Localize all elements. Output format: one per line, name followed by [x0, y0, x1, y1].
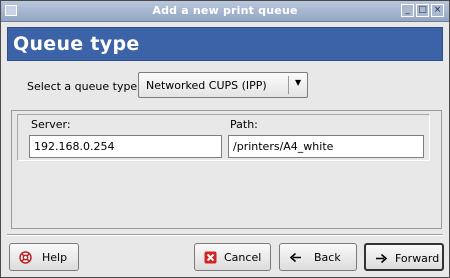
- forward-button-label: Forward: [395, 252, 440, 265]
- window-title: Add a new print queue: [152, 4, 298, 17]
- back-button-label: Back: [314, 251, 341, 264]
- help-icon: [19, 251, 32, 264]
- button-divider: [7, 234, 443, 236]
- queue-type-select[interactable]: Networked CUPS (IPP) ▼: [138, 72, 308, 98]
- cancel-icon: [204, 251, 217, 264]
- dropdown-arrow-icon: ▼: [295, 78, 302, 87]
- title-bar[interactable]: Add a new print queue _ □ ×: [1, 1, 449, 22]
- server-label: Server:: [31, 118, 71, 131]
- path-input[interactable]: [228, 135, 424, 158]
- server-input[interactable]: [29, 135, 222, 158]
- queue-type-value: Networked CUPS (IPP): [146, 79, 267, 92]
- cancel-button[interactable]: Cancel: [194, 243, 271, 271]
- forward-arrow-icon: [376, 253, 388, 264]
- page-title: Queue type: [13, 33, 140, 55]
- forward-button[interactable]: Forward: [364, 243, 444, 271]
- back-arrow-icon: [289, 252, 301, 263]
- close-icon[interactable]: ×: [431, 4, 444, 17]
- combo-separator: [288, 76, 289, 94]
- help-button[interactable]: Help: [9, 243, 79, 271]
- maximize-icon[interactable]: □: [416, 4, 429, 17]
- cancel-button-label: Cancel: [224, 251, 262, 264]
- help-button-label: Help: [42, 251, 68, 264]
- queue-type-label: Select a queue type:: [27, 80, 141, 93]
- path-label: Path:: [230, 118, 258, 131]
- dialog-window: Add a new print queue _ □ × Queue type S…: [0, 0, 450, 278]
- minimize-icon[interactable]: _: [401, 4, 414, 17]
- page-header: Queue type: [7, 27, 443, 61]
- back-button[interactable]: Back: [279, 243, 357, 271]
